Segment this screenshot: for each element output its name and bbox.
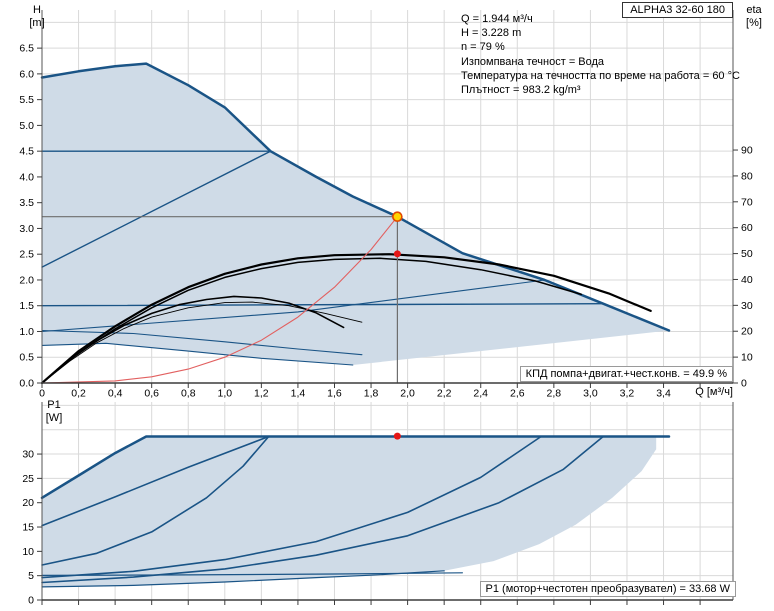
x-tick-label: 2,0	[400, 388, 415, 400]
x-tick-label: 3,2	[620, 388, 635, 400]
eta-axis-unit: [%]	[741, 17, 767, 30]
info-line: Плътност = 983.2 kg/m³	[461, 83, 740, 97]
y2-tick-label: 20	[741, 326, 753, 338]
y-tick-label: 3.0	[19, 223, 34, 235]
y2-tick-label: 80	[741, 170, 753, 182]
y-tick-label: 25	[22, 473, 34, 485]
y-tick-label: 0.5	[19, 352, 34, 364]
duty-info-block: Q = 1.944 м³/чH = 3.228 mn = 79 %Изпомпв…	[461, 12, 740, 97]
info-line: Q = 1.944 м³/ч	[461, 12, 740, 26]
x-tick-label: 3,4	[656, 388, 671, 400]
y-tick-label: 5.0	[19, 120, 34, 132]
y-tick-label: 3.5	[19, 197, 34, 209]
efficiency-result-label: КПД помпа+двигат.+чест.конв. = 49.9 %	[520, 366, 733, 382]
y2-tick-label: 60	[741, 222, 753, 234]
x-tick-label: 1,0	[217, 388, 232, 400]
y2-tick-label: 10	[741, 352, 753, 364]
power-point	[394, 433, 401, 440]
efficiency-point	[394, 250, 401, 257]
x-tick-label: 0,8	[181, 388, 196, 400]
pump-curve-panel: 0 0,2 0,4 0,6 0,8 1,0 1,2 1,4 1,6 1,8 2,0 2,2 2,4 2,6…	[0, 0, 774, 611]
x-tick-label: 3,0	[583, 388, 598, 400]
x-tick-label: 1,8	[364, 388, 379, 400]
x-tick-label: 0,4	[108, 388, 123, 400]
y-tick-label: 1.5	[19, 300, 34, 312]
operating-envelope	[42, 437, 656, 587]
power-result-label: P1 (мотор+честотен преобразувател) = 33.…	[480, 581, 736, 597]
y-tick-label: 10	[22, 546, 34, 558]
x-tick-label: 0	[39, 388, 45, 400]
y2-tick-label: 30	[741, 300, 753, 312]
x-tick-label: 2,2	[437, 388, 452, 400]
y2-tick-label: 50	[741, 248, 753, 260]
info-line: Температура на течността по време на раб…	[461, 69, 740, 83]
p1-axis-label: P1 [W]	[42, 399, 66, 425]
y-tick-label: 1.0	[19, 326, 34, 338]
y-tick-label: 6.0	[19, 68, 34, 80]
eta-axis-label: eta [%]	[741, 4, 767, 30]
y-tick-label: 5.5	[19, 94, 34, 106]
y-tick-label: 30	[22, 449, 34, 461]
eta-axis-symbol: eta	[741, 4, 767, 17]
y2-tick-label: 0	[741, 378, 747, 390]
y-tick-label: 15	[22, 522, 34, 534]
x-tick-label: 1,4	[291, 388, 306, 400]
y2-tick-label: 40	[741, 274, 753, 286]
q-axis-label: Q [м³/ч]	[695, 386, 733, 398]
info-line: Изпомпвана течност = Вода	[461, 55, 740, 69]
duty-point[interactable]	[393, 212, 402, 221]
y2-tick-label: 90	[741, 145, 753, 157]
y-tick-label: 0.0	[19, 378, 34, 390]
x-tick-label: 1,2	[254, 388, 269, 400]
y-tick-label: 0	[28, 595, 34, 607]
y-tick-label: 2.5	[19, 249, 34, 261]
x-tick-label: 0,6	[144, 388, 159, 400]
x-tick-label: 1,6	[327, 388, 342, 400]
p1-axis-unit: [W]	[42, 412, 66, 425]
y-tick-label: 20	[22, 497, 34, 509]
p1-axis-symbol: P1	[42, 399, 66, 412]
info-line: n = 79 %	[461, 40, 740, 54]
x-tick-label: 0,2	[71, 388, 86, 400]
y-tick-label: 5	[28, 570, 34, 582]
info-line: H = 3.228 m	[461, 26, 740, 40]
y-tick-label: 2.0	[19, 274, 34, 286]
x-tick-label: 2,8	[547, 388, 562, 400]
y-tick-label: 6.5	[19, 43, 34, 55]
x-tick-label: 2,4	[473, 388, 488, 400]
y2-tick-label: 70	[741, 196, 753, 208]
h-axis-label: H [m]	[25, 4, 49, 30]
y-tick-label: 4.0	[19, 171, 34, 183]
x-tick-label: 2,6	[510, 388, 525, 400]
y-tick-label: 4.5	[19, 146, 34, 158]
h-axis-symbol: H	[25, 4, 49, 17]
h-axis-unit: [m]	[25, 17, 49, 30]
